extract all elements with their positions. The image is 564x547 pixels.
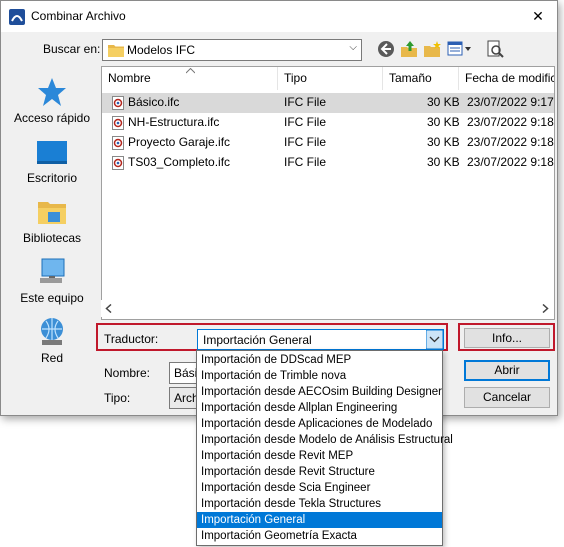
new-folder-icon[interactable]	[422, 39, 442, 59]
place-label: Bibliotecas	[22, 231, 82, 245]
places-bar: Acceso rápido Escritorio Bibliotecas Est…	[9, 66, 95, 381]
place-libraries[interactable]: Bibliotecas	[9, 196, 95, 245]
desktop-icon	[37, 141, 67, 164]
translator-option[interactable]: Importación desde Allplan Engineering	[197, 400, 442, 416]
translator-label: Traductor:	[104, 332, 159, 346]
column-header-name[interactable]: Nombre	[102, 67, 278, 90]
close-button[interactable]: ✕	[527, 6, 549, 26]
place-label: Escritorio	[26, 171, 77, 185]
up-folder-icon[interactable]	[399, 39, 419, 59]
folder-icon	[108, 45, 124, 57]
file-date: 23/07/2022 9:17	[467, 95, 554, 109]
preview-icon[interactable]	[485, 39, 505, 59]
scroll-right-icon[interactable]	[541, 304, 549, 313]
column-header-date[interactable]: Fecha de modific	[459, 67, 555, 90]
star-icon	[38, 78, 66, 106]
file-name: NH-Estructura.ifc	[128, 115, 220, 129]
cancel-button[interactable]: Cancelar	[464, 387, 550, 408]
file-size: 30 KB	[427, 115, 460, 129]
file-size: 30 KB	[427, 155, 460, 169]
translator-option[interactable]: Importación desde Scia Engineer	[197, 480, 442, 496]
ifc-file-icon	[112, 156, 124, 170]
file-row[interactable]: NH-Estructura.ifc IFC File 30 KB 23/07/2…	[102, 113, 554, 133]
file-date: 23/07/2022 9:18	[467, 155, 554, 169]
translator-option[interactable]: Importación desde Modelo de Análisis Est…	[197, 432, 453, 448]
column-date-label: Fecha de modific	[465, 71, 555, 85]
app-logo-icon	[9, 9, 25, 25]
column-name-label: Nombre	[108, 71, 151, 85]
translator-option[interactable]: Importación desde Aplicaciones de Modela…	[197, 416, 442, 432]
file-row[interactable]: TS03_Completo.ifc IFC File 30 KB 23/07/2…	[102, 153, 554, 173]
file-type: IFC File	[284, 135, 326, 149]
view-menu-icon[interactable]	[447, 39, 473, 59]
translator-select[interactable]: Importación General	[197, 329, 444, 350]
file-list[interactable]: Nombre Tipo Tamaño Fecha de modific Bási…	[101, 66, 555, 320]
file-row[interactable]: Básico.ifc IFC File 30 KB 23/07/2022 9:1…	[102, 93, 554, 113]
place-desktop[interactable]: Escritorio	[9, 136, 95, 185]
chevron-down-icon[interactable]: ⌵	[349, 42, 357, 53]
ifc-file-icon	[112, 116, 124, 130]
place-label: Acceso rápido	[13, 111, 91, 125]
translator-option[interactable]: Importación de DDScad MEP	[197, 352, 442, 368]
file-date: 23/07/2022 9:18	[467, 115, 554, 129]
libraries-icon	[38, 202, 66, 224]
column-header-type[interactable]: Tipo	[278, 67, 383, 90]
filetype-label: Tipo:	[104, 391, 131, 405]
chevron-down-icon[interactable]	[426, 330, 443, 349]
ifc-file-icon	[112, 96, 124, 110]
file-size: 30 KB	[427, 95, 460, 109]
network-icon	[41, 318, 63, 345]
title-bar: Combinar Archivo ✕	[1, 1, 557, 32]
open-button[interactable]: Abrir	[464, 360, 550, 381]
lookin-label: Buscar en:	[43, 42, 101, 56]
translator-option[interactable]: Importación Geometría Exacta	[197, 528, 442, 544]
translator-option[interactable]: Importación desde Tekla Structures	[197, 496, 442, 512]
translator-option[interactable]: Importación desde Revit Structure	[197, 464, 442, 480]
translator-option-selected[interactable]: Importación General	[197, 512, 442, 528]
translator-option[interactable]: Importación desde AECOsim Building Desig…	[197, 384, 442, 400]
computer-icon	[40, 258, 65, 283]
place-label: Red	[40, 351, 63, 365]
window-title: Combinar Archivo	[31, 9, 126, 23]
file-size: 30 KB	[427, 135, 460, 149]
translator-option[interactable]: Importación de Trimble nova	[197, 368, 442, 384]
translator-value: Importación General	[203, 333, 312, 347]
translator-option[interactable]: Importación desde Revit MEP	[197, 448, 442, 464]
file-type: IFC File	[284, 155, 326, 169]
file-row[interactable]: Proyecto Garaje.ifc IFC File 30 KB 23/07…	[102, 133, 554, 153]
lookin-combo[interactable]: Modelos IFC ⌵	[102, 39, 362, 61]
translator-dropdown-list[interactable]: Importación de DDScad MEP Importación de…	[196, 350, 453, 546]
filename-label: Nombre:	[104, 366, 151, 380]
scroll-left-icon[interactable]	[105, 304, 113, 313]
place-this-pc[interactable]: Este equipo	[9, 256, 95, 305]
horizontal-scrollbar[interactable]	[101, 300, 553, 317]
file-type: IFC File	[284, 115, 326, 129]
file-name: Básico.ifc	[128, 95, 180, 109]
lookin-value: Modelos IFC	[127, 43, 196, 57]
info-button[interactable]: Info...	[464, 328, 550, 348]
file-date: 23/07/2022 9:18	[467, 135, 554, 149]
file-name: Proyecto Garaje.ifc	[128, 135, 231, 149]
column-header-size[interactable]: Tamaño	[383, 67, 459, 90]
place-quick-access[interactable]: Acceso rápido	[9, 76, 95, 125]
place-network[interactable]: Red	[9, 316, 95, 365]
file-type: IFC File	[284, 95, 326, 109]
sort-ascending-icon	[186, 68, 195, 74]
file-name: TS03_Completo.ifc	[128, 155, 231, 169]
column-type-label: Tipo	[284, 71, 307, 85]
back-icon[interactable]	[376, 39, 396, 59]
column-size-label: Tamaño	[389, 71, 432, 85]
place-label: Este equipo	[20, 291, 84, 305]
ifc-file-icon	[112, 136, 124, 150]
